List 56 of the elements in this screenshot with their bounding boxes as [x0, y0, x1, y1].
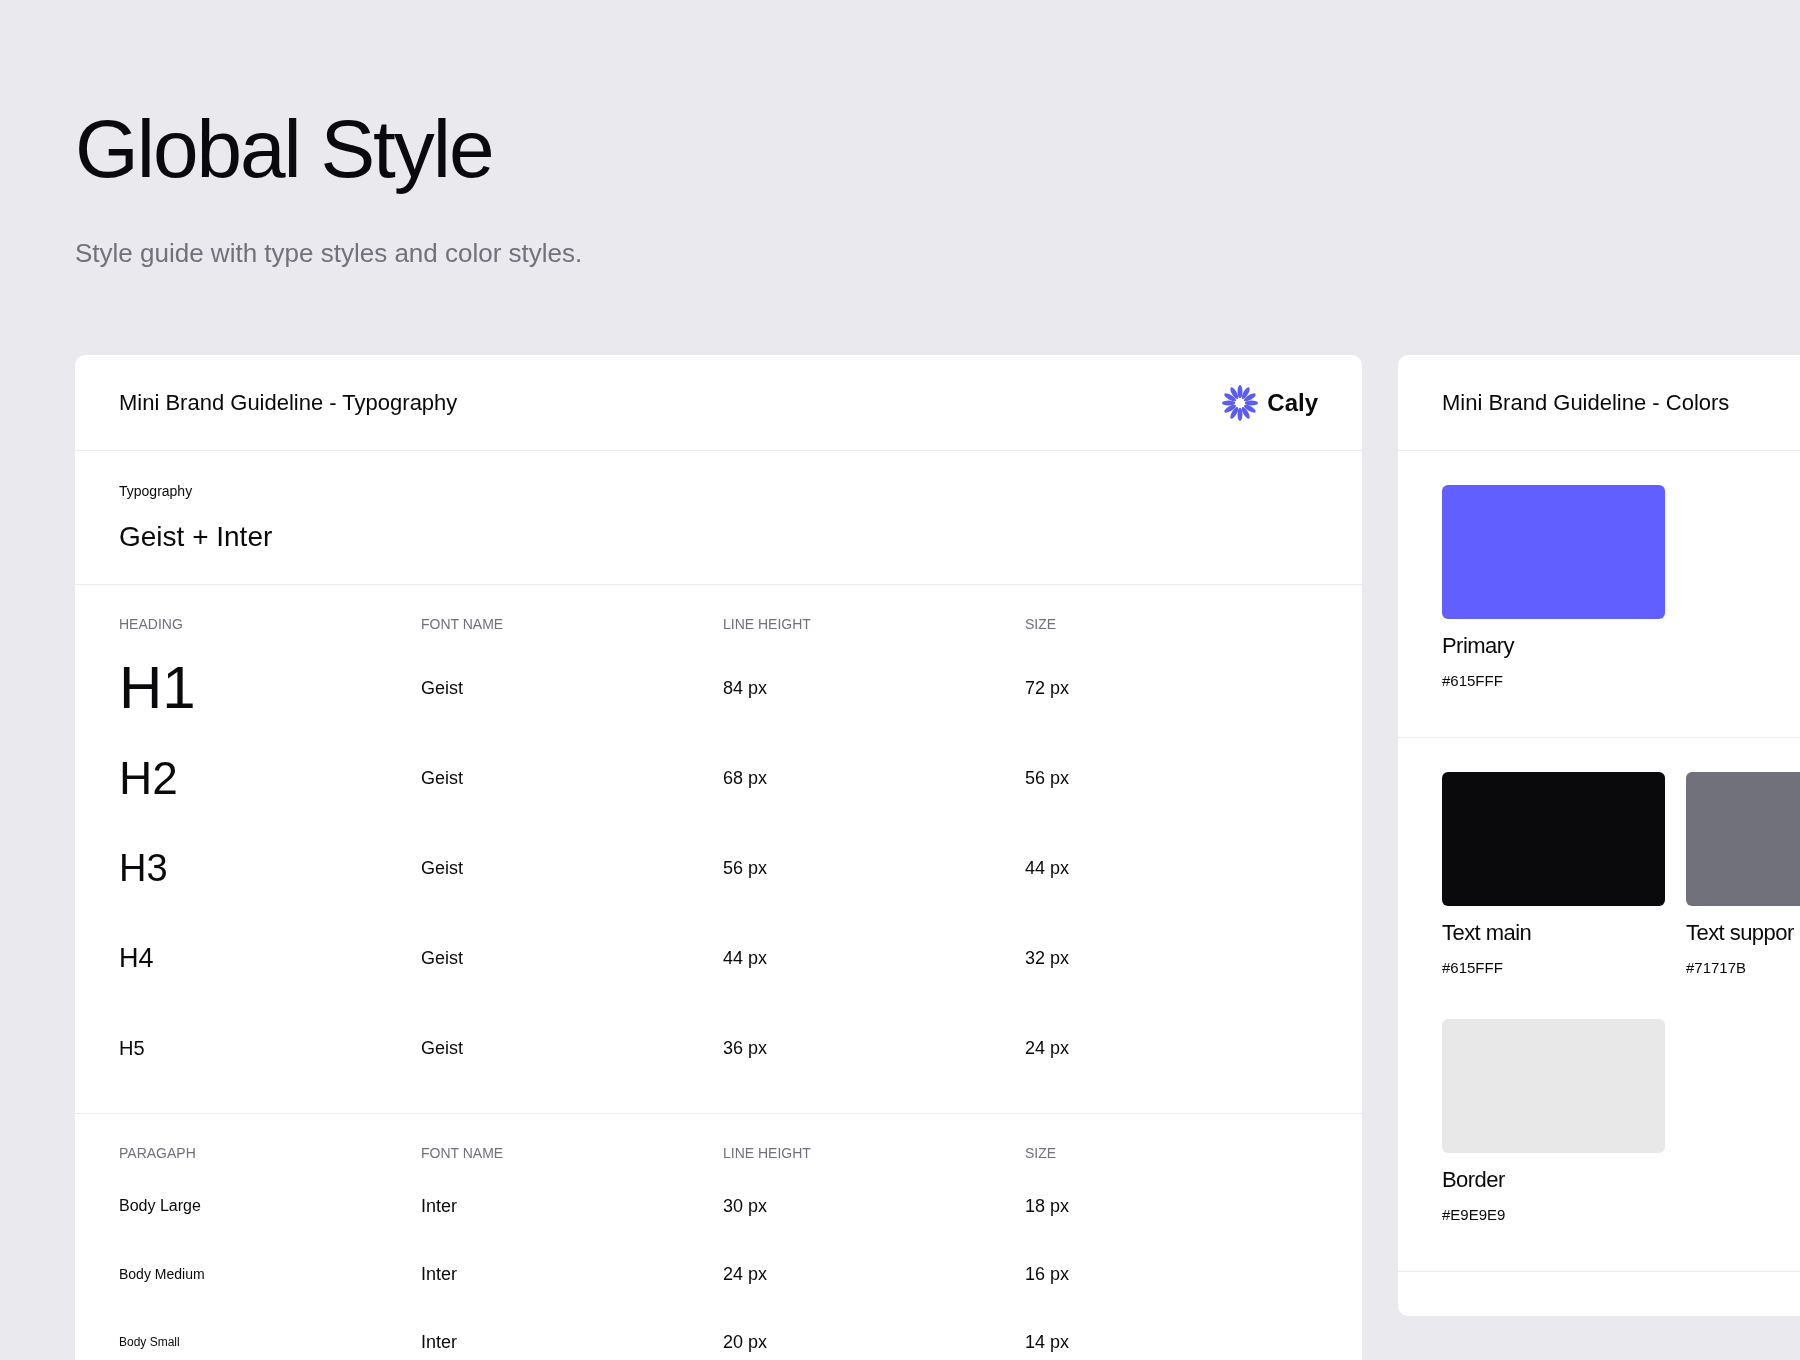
table-cell: Inter	[421, 1333, 458, 1351]
table-cell: Geist	[421, 769, 463, 787]
column-header: SIZE	[1025, 1143, 1057, 1163]
color-name: Text suppor	[1686, 918, 1795, 947]
section-label: Typography	[119, 482, 194, 501]
style-specimen: Body Large	[119, 1198, 201, 1214]
table-cell: 36 px	[723, 1039, 768, 1057]
table-cell: 16 px	[1025, 1265, 1070, 1283]
table-cell: 18 px	[1025, 1197, 1070, 1215]
flower-logo-icon	[1221, 383, 1260, 422]
column-header: SIZE	[1025, 614, 1057, 634]
table-cell: 84 px	[723, 679, 768, 697]
table-cell: 24 px	[1025, 1039, 1070, 1057]
style-specimen: Body Medium	[119, 1267, 205, 1281]
page-title: Global Style	[75, 108, 494, 196]
color-name: Primary	[1442, 632, 1516, 660]
color-hex: #E9E9E9	[1442, 1205, 1507, 1225]
style-specimen: H5	[119, 1038, 145, 1058]
table-cell: 30 px	[723, 1197, 768, 1215]
column-header: HEADING	[119, 614, 183, 634]
brand-name: Caly	[1267, 387, 1318, 418]
table-cell: 14 px	[1025, 1333, 1070, 1351]
style-specimen: H2	[119, 755, 178, 801]
page-subtitle: Style guide with type styles and color styles.	[75, 237, 584, 270]
table-cell: Geist	[421, 679, 463, 697]
column-header: LINE HEIGHT	[723, 614, 811, 634]
card-title: Mini Brand Guideline - Typography	[119, 389, 458, 417]
table-cell: 72 px	[1025, 679, 1070, 697]
color-name: Border	[1442, 1166, 1506, 1194]
table-cell: Geist	[421, 949, 463, 967]
table-cell: Geist	[421, 1039, 463, 1057]
font-pair: Geist + Inter	[119, 520, 274, 554]
table-cell: 32 px	[1025, 949, 1070, 967]
column-header: FONT NAME	[421, 1143, 504, 1163]
table-cell: 44 px	[1025, 859, 1070, 877]
table-cell: 56 px	[1025, 769, 1070, 787]
card-title: Mini Brand Guideline - Colors	[1442, 389, 1730, 417]
color-hex: #71717B	[1686, 957, 1748, 978]
table-cell: 44 px	[723, 949, 768, 967]
style-specimen: H1	[119, 658, 196, 718]
table-cell: 20 px	[723, 1333, 768, 1351]
column-header: LINE HEIGHT	[723, 1143, 811, 1163]
column-header: PARAGAPH	[119, 1143, 196, 1163]
table-cell: Inter	[421, 1197, 458, 1215]
table-cell: Inter	[421, 1265, 458, 1283]
table-cell: 56 px	[723, 859, 768, 877]
style-specimen: H3	[119, 849, 168, 887]
color-hex: #615FFF	[1442, 957, 1504, 978]
table-cell: 68 px	[723, 769, 768, 787]
table-cell: 24 px	[723, 1265, 768, 1283]
column-header: FONT NAME	[421, 614, 504, 634]
style-specimen: Body Small	[119, 1336, 180, 1348]
color-name: Text main	[1442, 918, 1533, 947]
color-hex: #615FFF	[1442, 671, 1504, 691]
style-specimen: H4	[119, 944, 154, 972]
table-cell: Geist	[421, 859, 463, 877]
